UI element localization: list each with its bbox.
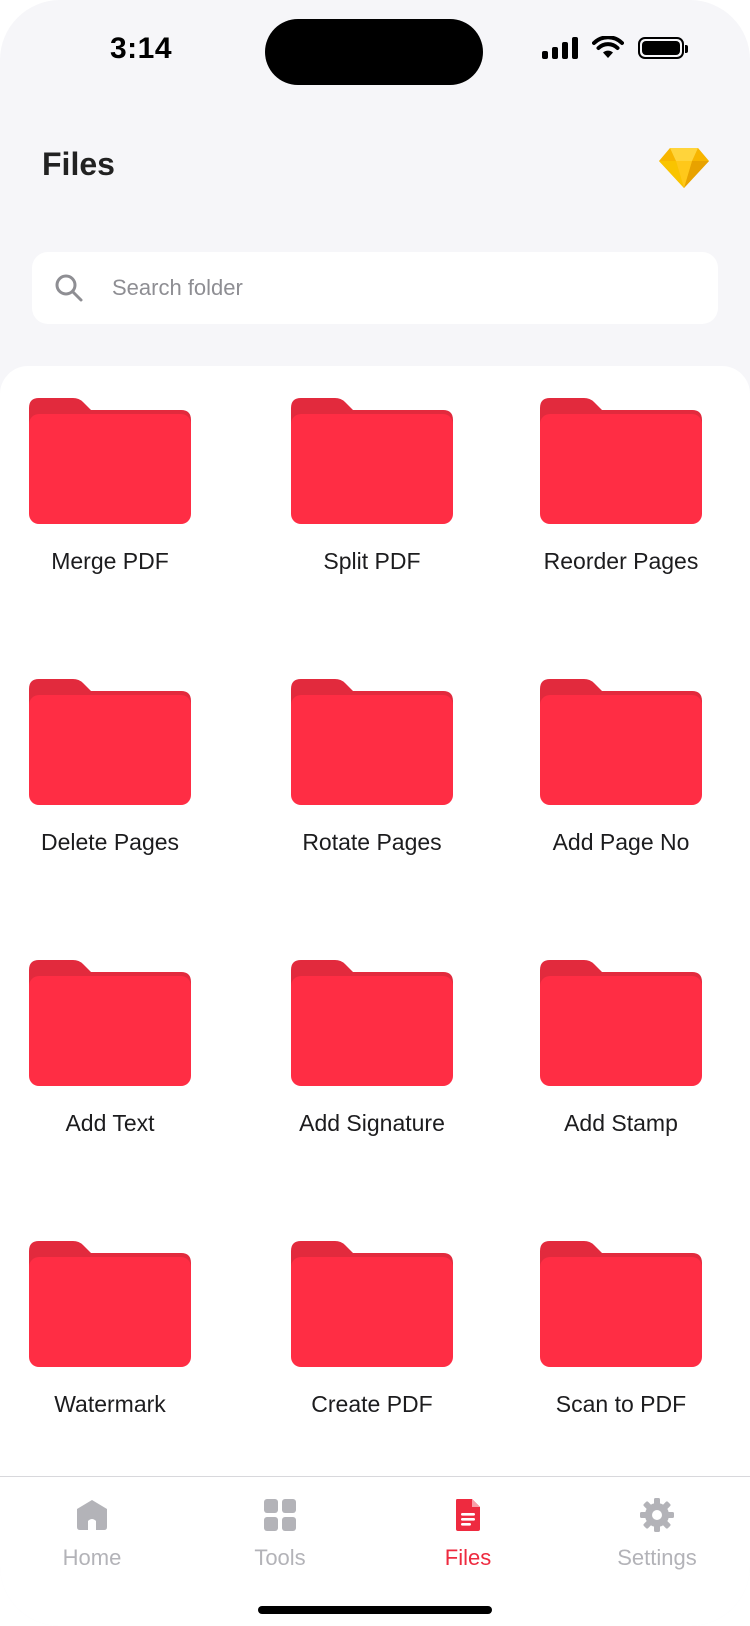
folder-icon [291, 960, 453, 1086]
document-icon [456, 1499, 480, 1531]
folder-item[interactable]: Merge PDF [0, 396, 262, 677]
folder-icon [540, 679, 702, 805]
folder-label: Delete Pages [40, 829, 180, 855]
folder-item[interactable]: Delete Pages [0, 677, 262, 958]
folder-icon [291, 679, 453, 805]
folder-label: Watermark [54, 1391, 166, 1417]
tab-settings-label: Settings [617, 1545, 697, 1570]
folder-icon [540, 398, 702, 524]
tab-tools-label: Tools [254, 1545, 306, 1570]
folder-icon [29, 398, 191, 524]
folder-item[interactable]: Add Page No [524, 677, 750, 958]
folder-item[interactable]: Reorder Pages [524, 396, 750, 677]
folder-label: Create PDF [311, 1391, 433, 1417]
wifi-icon [592, 36, 624, 58]
folder-item[interactable]: Add Text [0, 958, 262, 1239]
folder-label: Merge PDF [51, 548, 169, 574]
folder-item[interactable]: Add Signature [262, 958, 524, 1239]
folder-label: Add Signature [299, 1110, 445, 1136]
dynamic-island [265, 19, 483, 85]
grid-icon [264, 1499, 296, 1531]
gear-icon [640, 1498, 674, 1532]
home-indicator [258, 1606, 492, 1614]
folder-item[interactable]: Add Stamp [524, 958, 750, 1239]
tab-home-label: Home [62, 1545, 122, 1570]
folder-item[interactable]: Split PDF [262, 396, 524, 677]
tab-files-label: Files [444, 1545, 492, 1570]
folder-label: Add Text [65, 1110, 155, 1136]
folder-icon [29, 1241, 191, 1367]
folder-label: Rotate Pages [302, 829, 442, 855]
battery-icon [638, 37, 688, 59]
folder-icon [29, 960, 191, 1086]
page-title: Files [42, 146, 115, 182]
folder-label: Split PDF [323, 548, 421, 574]
folder-item[interactable]: Rotate Pages [262, 677, 524, 958]
tab-tools[interactable]: Tools [200, 1497, 360, 1571]
search-input[interactable] [110, 274, 674, 302]
home-icon [77, 1500, 107, 1530]
folder-icon [540, 1241, 702, 1367]
status-icons [542, 36, 688, 60]
folder-label: Add Page No [552, 829, 690, 855]
tab-bar: Home Tools Files Settings [0, 1476, 750, 1626]
folder-label: Reorder Pages [543, 548, 699, 574]
folder-icon [540, 960, 702, 1086]
status-time: 3:14 [110, 32, 173, 65]
search-icon [55, 274, 83, 302]
folder-label: Add Stamp [564, 1110, 678, 1136]
app-screen: 3:14 Files Merge PDFSpli [0, 0, 750, 1626]
cellular-signal-icon [542, 37, 578, 59]
folder-icon [291, 398, 453, 524]
folder-panel: Merge PDF Split PDF Reorder Pages Delete Pa… [0, 366, 750, 1476]
folder-icon [29, 679, 191, 805]
status-bar: 3:14 [0, 0, 750, 110]
folder-icon [291, 1241, 453, 1367]
search-bar[interactable] [32, 252, 718, 324]
folder-label: Scan to PDF [555, 1391, 687, 1417]
tab-files[interactable]: Files [388, 1497, 548, 1571]
tab-home[interactable]: Home [12, 1497, 172, 1571]
tab-settings[interactable]: Settings [577, 1497, 737, 1571]
diamond-icon[interactable] [658, 146, 710, 190]
folder-grid: Merge PDF Split PDF Reorder Pages Delete Pa… [0, 396, 750, 1520]
